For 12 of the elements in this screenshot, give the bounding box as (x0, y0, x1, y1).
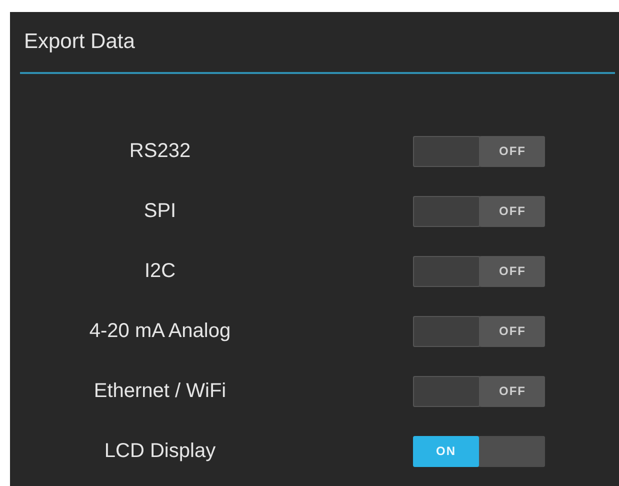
toggle-switch[interactable]: OFF (413, 376, 545, 406)
option-label: SPI (144, 200, 176, 222)
toggle-switch[interactable]: OFF (413, 136, 545, 166)
option-label: Ethernet / WiFi (94, 380, 226, 402)
toggle-switch[interactable]: OFF (413, 196, 545, 226)
option-label: I2C (144, 260, 176, 282)
toggle-switch[interactable]: OFF (413, 256, 545, 286)
option-label: 4-20 mA Analog (89, 320, 231, 342)
toggle-switch[interactable]: OFF (413, 316, 545, 346)
option-label: LCD Display (104, 440, 216, 462)
dialog-title: Export Data (24, 30, 135, 54)
option-label: RS232 (129, 140, 191, 162)
